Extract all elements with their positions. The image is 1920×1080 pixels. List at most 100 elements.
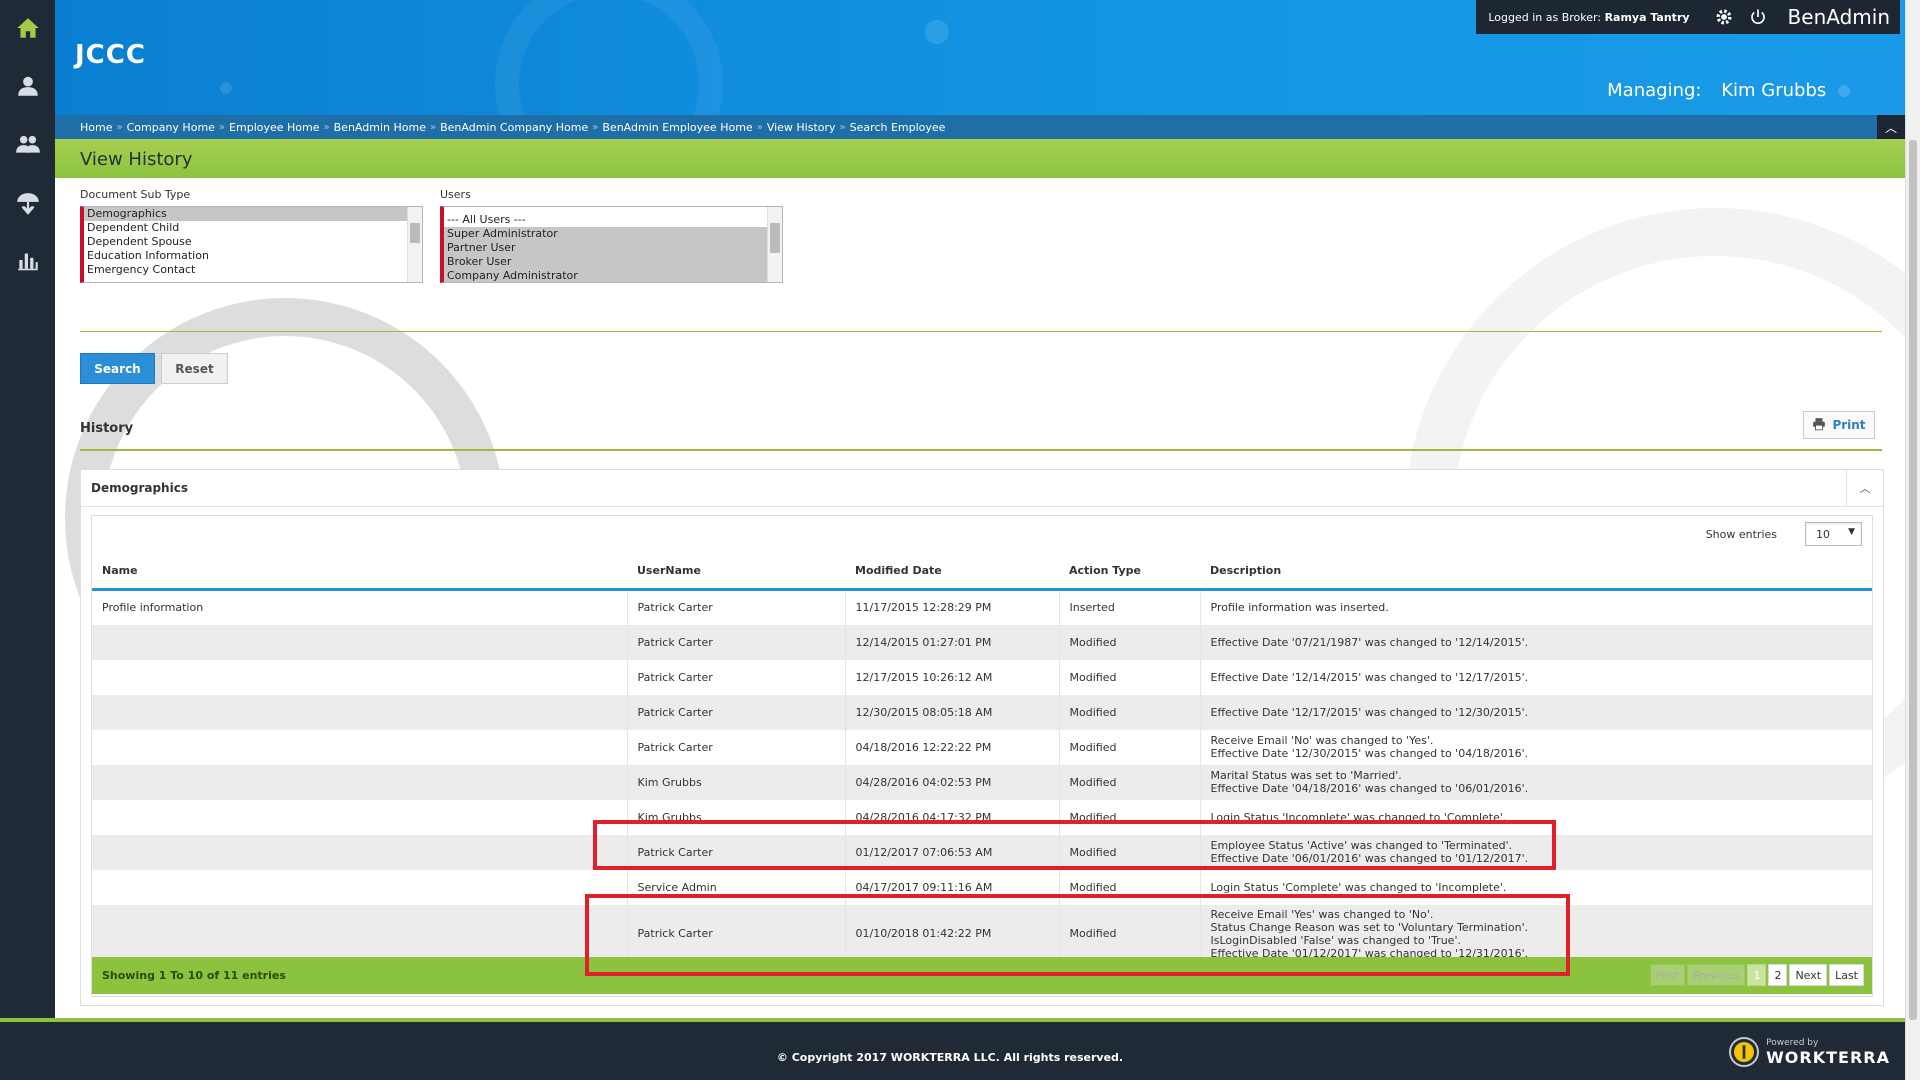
column-header-action-type[interactable]: Action Type [1059, 552, 1200, 591]
column-header-modified-date[interactable]: Modified Date [845, 552, 1059, 591]
users-listbox[interactable]: --- All Users --- Super Administrator Pa… [440, 206, 783, 283]
table-row[interactable]: Profile information Patrick Carter 11/17/2… [92, 589, 1872, 625]
description-line: Marital Status was set to 'Married'. [1210, 769, 1402, 782]
gear-icon[interactable] [1712, 5, 1736, 29]
listbox-scrollbar[interactable] [767, 207, 782, 282]
benefits-icon[interactable] [0, 184, 55, 224]
cell-name [92, 764, 627, 800]
search-button[interactable]: Search [80, 353, 155, 384]
cell-name [92, 730, 627, 765]
home-icon[interactable] [0, 8, 55, 48]
pager-last[interactable]: Last [1829, 964, 1864, 986]
listbox-scrollbar[interactable] [407, 207, 422, 282]
list-option[interactable]: Emergency Contact [84, 263, 422, 277]
cell-description: Marital Status was set to 'Married'. Effe… [1199, 764, 1872, 800]
list-option[interactable]: Company Administrator [444, 269, 782, 282]
description-line: Effective Date '04/18/2016' was changed … [1210, 782, 1529, 795]
description-line: Effective Date '12/17/2015' was changed … [1210, 705, 1529, 719]
print-button[interactable]: Print [1803, 411, 1875, 439]
logged-in-text: Logged in as Broker: Ramya Tantry [1488, 11, 1689, 24]
breadcrumb-company-home[interactable]: Company Home [127, 121, 215, 134]
cell-description: Profile information was inserted. [1199, 589, 1872, 625]
entries-value: 10 [1816, 528, 1830, 541]
cell-username: Patrick Carter [626, 589, 845, 625]
panel-header[interactable]: Demographics ︿ [81, 470, 1883, 507]
cell-name [92, 800, 627, 835]
pager-page-2[interactable]: 2 [1768, 964, 1788, 986]
column-header-username[interactable]: UserName [627, 552, 845, 591]
annotation-highlight-box [593, 820, 1556, 870]
pager-page-1[interactable]: 1 [1747, 964, 1767, 986]
header-decoration [925, 20, 949, 44]
people-icon[interactable] [0, 124, 55, 164]
cell-modified-date: 11/17/2015 12:28:29 PM [844, 589, 1059, 625]
top-header: JCCC Logged in as Broker: Ramya Tantry B… [55, 0, 1905, 115]
column-header-name[interactable]: Name [92, 552, 627, 591]
pager-first[interactable]: First [1649, 964, 1685, 986]
description-line: Effective Date '12/30/2015' was changed … [1210, 747, 1529, 760]
logged-in-user: Ramya Tantry [1604, 10, 1690, 24]
description-line: Receive Email 'No' was changed to 'Yes'. [1210, 734, 1434, 747]
doc-subtype-listbox[interactable]: Demographics Dependent Child Dependent S… [80, 206, 423, 283]
cell-modified-date: 12/14/2015 01:27:01 PM [844, 624, 1059, 660]
powered-by-logo[interactable]: Powered by WORKTERRA [1728, 1036, 1890, 1068]
workterra-logo-icon [1729, 1037, 1760, 1067]
cell-description: Effective Date '12/17/2015' was changed … [1199, 694, 1872, 730]
table-row[interactable]: Patrick Carter 12/14/2015 01:27:01 PM Modi… [92, 624, 1872, 660]
chevron-up-icon[interactable]: ︿ [1846, 470, 1883, 506]
list-option[interactable]: Dependent Child [84, 221, 422, 235]
managing-name[interactable]: Kim Grubbs [1721, 80, 1826, 101]
bar-chart-icon[interactable] [0, 240, 55, 280]
show-entries-label: Show entries [1705, 528, 1777, 541]
info-icon[interactable] [1838, 85, 1850, 97]
pager-previous[interactable]: Previous [1686, 964, 1746, 986]
table-row[interactable]: Kim Grubbs 04/28/2016 04:02:53 PM Modified… [92, 764, 1872, 800]
list-option[interactable]: Super Administrator [444, 227, 782, 241]
breadcrumb-employee-home[interactable]: Employee Home [229, 121, 319, 134]
pager-next[interactable]: Next [1789, 964, 1828, 986]
breadcrumb-benadmin-employee-home[interactable]: BenAdmin Employee Home [602, 121, 752, 134]
entries-info: Showing 1 To 10 of 11 entries [102, 969, 286, 982]
list-option[interactable]: Partner User [444, 241, 782, 255]
history-heading: History [80, 421, 134, 436]
power-icon[interactable] [1746, 5, 1770, 29]
cell-modified-date: 04/28/2016 04:02:53 PM [844, 764, 1059, 800]
cell-name: Profile information [102, 601, 204, 615]
cell-username: Kim Grubbs [626, 764, 845, 800]
scrollbar-thumb[interactable] [1909, 140, 1917, 1020]
cell-description: Effective Date '07/21/1987' was changed … [1199, 624, 1872, 660]
column-header-description[interactable]: Description [1200, 552, 1872, 591]
annotation-highlight-box [585, 894, 1570, 976]
breadcrumb-search-employee[interactable]: Search Employee [850, 121, 946, 134]
breadcrumb-benadmin-home[interactable]: BenAdmin Home [334, 121, 426, 134]
breadcrumb-home[interactable]: Home [80, 121, 112, 134]
company-logo[interactable]: JCCC [75, 40, 146, 70]
panel-title: Demographics [91, 481, 188, 495]
list-option[interactable]: Demographics [84, 207, 422, 221]
breadcrumb-view-history[interactable]: View History [767, 121, 836, 134]
page-scrollbar[interactable] [1905, 0, 1920, 1080]
table-row[interactable]: Patrick Carter 12/30/2015 08:05:18 AM Modi… [92, 694, 1872, 730]
main-content: Document Sub Type Demographics Dependent… [55, 178, 1905, 1018]
cell-modified-date: 12/30/2015 08:05:18 AM [844, 694, 1059, 730]
table-row[interactable]: Patrick Carter 04/18/2016 12:22:22 PM Modi… [92, 729, 1872, 765]
cell-name [92, 834, 627, 870]
list-option[interactable]: Education Information [84, 249, 422, 263]
cell-username: Patrick Carter [626, 624, 845, 660]
cell-modified-date: 12/17/2015 10:26:12 AM [844, 659, 1059, 695]
divider [80, 331, 1882, 332]
cell-action-type: Modified [1058, 729, 1200, 765]
breadcrumb-benadmin-company-home[interactable]: BenAdmin Company Home [440, 121, 588, 134]
reset-button[interactable]: Reset [161, 353, 228, 384]
powered-by-label: Powered by [1766, 1037, 1819, 1048]
entries-select[interactable]: 10 ▼ [1805, 522, 1862, 546]
collapse-header-button[interactable]: ︿ [1877, 115, 1905, 139]
doc-subtype-label: Document Sub Type [80, 188, 191, 201]
list-option[interactable]: --- All Users --- [444, 213, 782, 227]
table-row[interactable]: Patrick Carter 12/17/2015 10:26:12 AM Modi… [92, 659, 1872, 695]
description-line: Profile information was inserted. [1210, 601, 1389, 615]
list-option[interactable]: Dependent Spouse [84, 235, 422, 249]
person-icon[interactable] [0, 66, 55, 106]
list-option[interactable]: Broker User [444, 255, 782, 269]
pagination: First Previous 1 2 Next Last [1648, 964, 1864, 986]
